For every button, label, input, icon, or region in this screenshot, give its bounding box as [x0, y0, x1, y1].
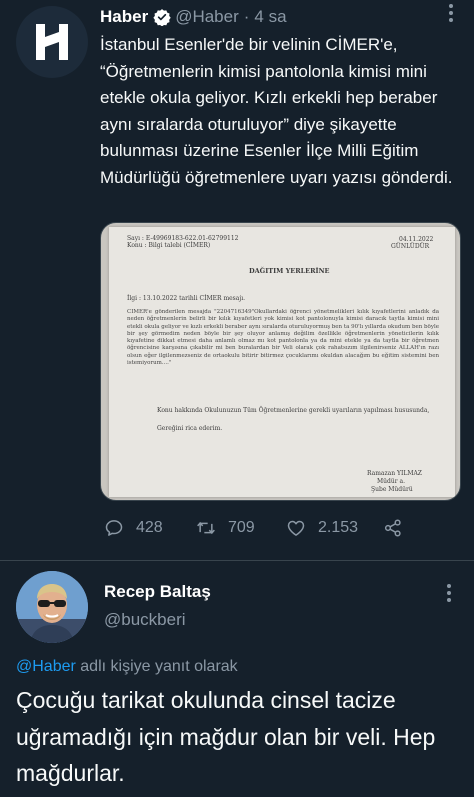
retweet-count: 709	[228, 519, 255, 536]
doc-paragraph: CİMER'e gönderilen mesajda "2204716349"O…	[127, 309, 439, 367]
retweet-icon	[197, 521, 215, 535]
verified-badge-icon	[153, 9, 171, 26]
like-icon	[287, 520, 305, 536]
tweet-header: Haber @Haber · 4 sa	[100, 6, 460, 28]
replying-suffix: adlı kişiye yanıt olarak	[75, 658, 238, 675]
doc-line2: Konu hakkında Okulunuzun Tüm Öğretmenler…	[157, 407, 430, 414]
haber-logo-icon	[36, 24, 68, 60]
tweet-text: İstanbul Esenler'de bir velinin CİMER'e,…	[100, 35, 453, 187]
like-button[interactable]: 2.153	[286, 518, 358, 538]
tweet-time[interactable]: 4 sa	[254, 7, 286, 27]
replying-to: @Haber adlı kişiye yanıt olarak	[16, 658, 238, 676]
document-paper: Sayı : E-49969183-622.01-62799112 Konu :…	[109, 227, 455, 497]
more-icon	[449, 4, 453, 22]
like-count: 2.153	[318, 519, 359, 536]
doc-heading: DAĞITIM YERLERİNE	[249, 267, 330, 275]
author-handle[interactable]: @Haber	[175, 7, 239, 27]
doc-urgency: GÜNLÜDÜR	[391, 243, 430, 250]
author-name[interactable]: Haber	[100, 7, 148, 27]
doc-signer-name: Ramazan YILMAZ	[367, 470, 422, 477]
retweet-button[interactable]: 709	[196, 518, 255, 538]
reply-icon	[105, 520, 123, 536]
doc-signer-title2: Şube Müdürü	[371, 486, 413, 493]
tweet[interactable]: Haber @Haber · 4 sa İstanbul Esenler'de …	[0, 0, 474, 560]
haber-avatar[interactable]	[16, 6, 88, 78]
reply-count: 428	[136, 519, 163, 536]
reply-author-name[interactable]: Recep Baltaş	[104, 582, 211, 602]
share-icon	[384, 519, 401, 537]
doc-date: 04.11.2022	[399, 236, 434, 243]
doc-ilgi: İlgi : 13.10.2022 tarihli CİMER mesajı.	[127, 295, 246, 302]
doc-signer-title1: Müdür a.	[377, 478, 405, 485]
more-icon	[447, 584, 451, 602]
tweet-image[interactable]: Sayı : E-49969183-622.01-62799112 Konu :…	[100, 222, 461, 501]
avatar-photo	[16, 571, 88, 643]
doc-sayi: Sayı : E-49969183-622.01-62799112	[127, 235, 239, 242]
separator: ·	[243, 7, 250, 26]
reply-more-options-button[interactable]	[438, 582, 460, 604]
reply-author-handle[interactable]: @buckberi	[104, 610, 186, 630]
tweet-actions: 428 709 2.153	[100, 516, 460, 540]
replying-mention-link[interactable]: @Haber	[16, 658, 76, 675]
doc-konu: Konu : Bilgi talebi (CİMER)	[127, 242, 211, 249]
divider	[0, 560, 474, 561]
share-button[interactable]	[383, 518, 415, 538]
doc-line3: Gereğini rica ederim.	[157, 425, 223, 432]
reply-text: Çocuğu tarikat okulunda cinsel tacize uğ…	[16, 687, 436, 786]
more-options-button[interactable]	[440, 2, 462, 24]
recep-avatar[interactable]	[16, 571, 88, 643]
reply-button[interactable]: 428	[104, 518, 163, 538]
